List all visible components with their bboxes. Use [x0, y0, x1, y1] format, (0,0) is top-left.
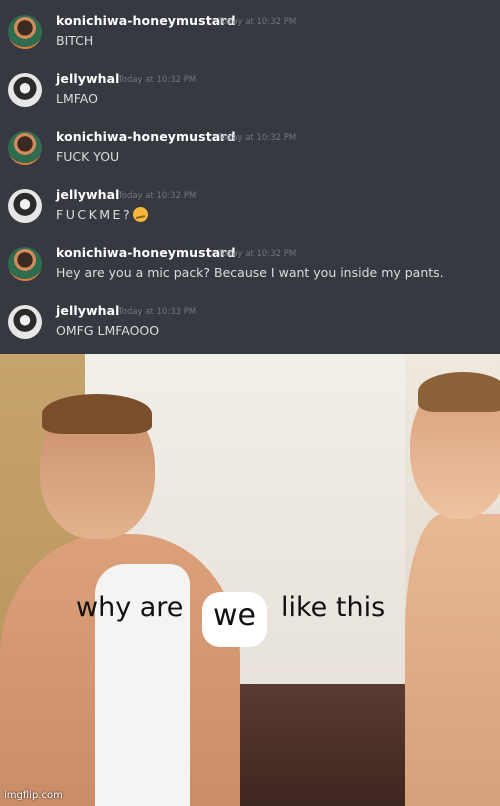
message-text: Hey are you a mic pack? Because I want y… — [56, 265, 444, 280]
username[interactable]: konichiwa-honeymustard — [56, 13, 236, 28]
message-text: LMFAO — [56, 91, 98, 106]
caption-insert-bubble: we — [202, 592, 267, 647]
username[interactable]: jellywhal — [56, 303, 120, 318]
caption-right: like this — [281, 592, 386, 623]
username[interactable]: jellywhal — [56, 187, 120, 202]
username[interactable]: konichiwa-honeymustard — [56, 245, 236, 260]
right-man-hair — [418, 372, 500, 412]
chat-message: konichiwa-honeymustard Today at 10:32 PM… — [0, 2, 500, 58]
message-text: FUCK YOU — [56, 149, 120, 164]
caption-insert: we — [213, 598, 256, 633]
username[interactable]: jellywhal — [56, 71, 120, 86]
message-text-row: FUCKME? — [56, 207, 149, 222]
caption-left: why are — [76, 592, 184, 623]
chat-message: jellywhal Today at 10:32 PM FUCKME? — [0, 176, 500, 232]
message-text: FUCKME? — [56, 207, 133, 222]
smirk-emoji-icon — [133, 207, 149, 222]
chat-message: jellywhal Today at 10:32 PM LMFAO — [0, 60, 500, 116]
honeymustard-avatar[interactable] — [8, 247, 42, 281]
chat-message: konichiwa-honeymustard Today at 10:32 PM… — [0, 234, 500, 290]
honeymustard-avatar[interactable] — [8, 15, 42, 49]
right-man-body — [405, 514, 500, 806]
timestamp: Today at 10:32 PM — [218, 249, 297, 259]
left-man-hair — [42, 394, 152, 434]
chat-message: jellywhal Today at 10:33 PM OMFG LMFAOOO — [0, 292, 500, 348]
message-text: BITCH — [56, 33, 94, 48]
jellywhal-avatar[interactable] — [8, 73, 42, 107]
chat-message: konichiwa-honeymustard Today at 10:32 PM… — [0, 118, 500, 174]
timestamp: Today at 10:32 PM — [118, 75, 197, 85]
timestamp: Today at 10:32 PM — [218, 133, 297, 143]
jellywhal-avatar[interactable] — [8, 189, 42, 223]
timestamp: Today at 10:32 PM — [118, 191, 197, 201]
timestamp: Today at 10:32 PM — [218, 17, 297, 27]
meme-image: why are like this we imgflip.com — [0, 354, 500, 806]
username[interactable]: konichiwa-honeymustard — [56, 129, 236, 144]
timestamp: Today at 10:33 PM — [118, 307, 197, 317]
watermark: imgflip.com — [4, 790, 63, 801]
chat-panel: konichiwa-honeymustard Today at 10:32 PM… — [0, 0, 500, 354]
jellywhal-avatar[interactable] — [8, 305, 42, 339]
message-text: OMFG LMFAOOO — [56, 323, 160, 338]
honeymustard-avatar[interactable] — [8, 131, 42, 165]
